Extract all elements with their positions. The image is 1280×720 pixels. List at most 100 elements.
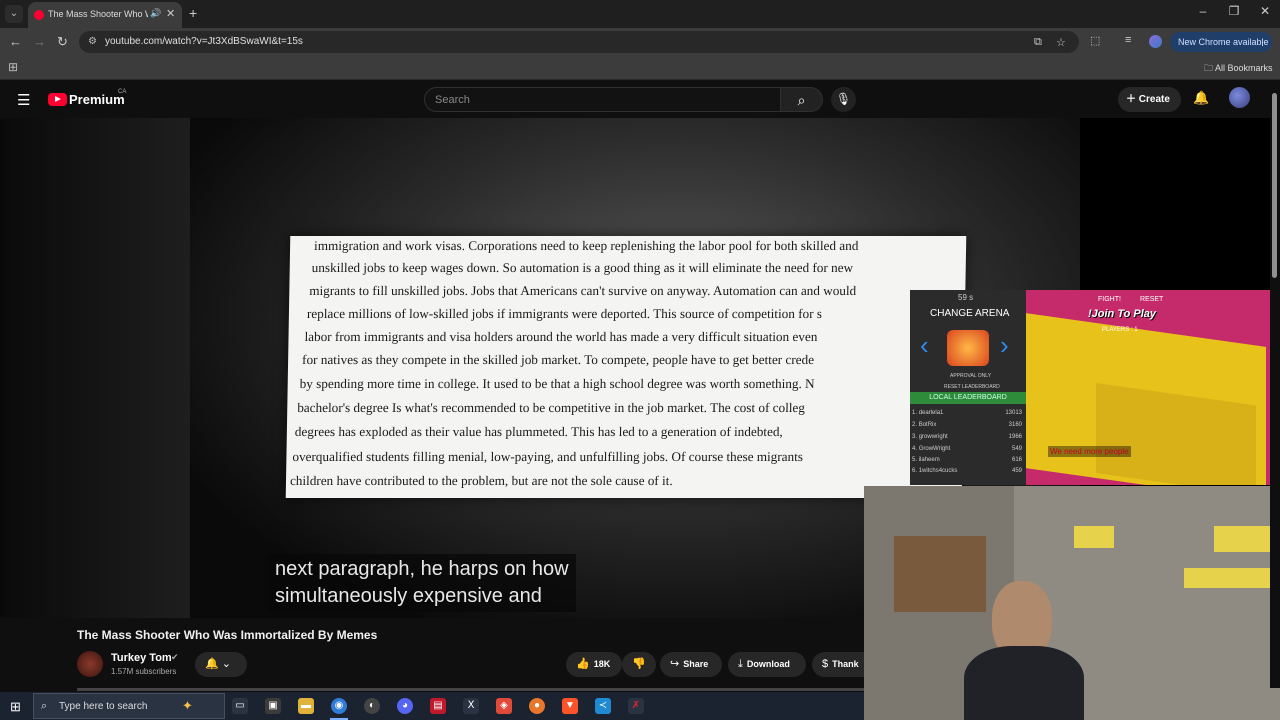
speaker-icon[interactable]: 🔊 [150, 8, 161, 19]
arena-floor-inner [1096, 382, 1256, 485]
subscription-bell-button[interactable]: 🔔 ⌄ [195, 652, 247, 677]
channel-avatar[interactable] [77, 651, 103, 677]
reset-button[interactable]: RESET [1140, 296, 1163, 303]
new-chrome-available-button[interactable]: New Chrome available ⋮ [1170, 32, 1272, 52]
app-icon[interactable]: ▤ [430, 698, 446, 714]
channel-name[interactable]: Turkey Tom [111, 652, 172, 664]
arena-next-arrow-icon[interactable]: › [1000, 330, 1009, 361]
webcam-person-body [964, 646, 1084, 720]
score: 3160 [1008, 422, 1022, 428]
close-tab-icon[interactable]: ✕ [166, 7, 175, 20]
browser-toolbar: ← → ↻ ⚙ youtube.com/watch?v=Jt3XdBSwaWI&… [0, 28, 1280, 56]
bookmarks-bar: ⊞ 🗀 All Bookmarks [0, 56, 1280, 80]
menu-icon[interactable]: ☰ [17, 91, 30, 109]
rank: 4. [912, 446, 918, 452]
leaderboard-row: 2. BotRix 3160 [912, 422, 1024, 428]
reload-icon[interactable]: ↻ [57, 34, 68, 50]
create-button[interactable]: ＋ Create [1118, 87, 1181, 112]
discord-icon[interactable]: ◕ [397, 698, 413, 714]
vscode-icon[interactable]: ≺ [595, 698, 611, 714]
subscriber-count: 1.57M subscribers [111, 667, 177, 676]
rank: 2. [912, 422, 918, 428]
score: 459 [1011, 468, 1022, 474]
file-explorer-icon[interactable]: ▬ [298, 698, 314, 714]
close-window-icon[interactable]: ✕ [1255, 4, 1275, 18]
voice-search-button[interactable]: 🎙 [831, 87, 856, 112]
notifications-bell-icon[interactable]: 🔔 [1193, 90, 1209, 106]
install-icon[interactable]: ⧉ [1034, 36, 1042, 49]
document-excerpt: immigration and work visas. Corporations… [285, 236, 967, 498]
search-input[interactable]: Search [424, 87, 781, 112]
youtube-logo-icon[interactable] [48, 93, 67, 106]
task-view-icon[interactable]: ▭ [232, 698, 248, 714]
app-icon[interactable]: ◈ [496, 698, 512, 714]
arena-prev-arrow-icon[interactable]: ‹ [920, 330, 929, 361]
arena-preview-star-icon [947, 330, 989, 366]
search-button[interactable]: ⌕ [781, 87, 823, 112]
forward-icon[interactable]: → [33, 34, 46, 49]
approval-only-checkbox[interactable]: APPROVAL ONLY [950, 373, 991, 379]
reading-list-icon[interactable]: ≡ [1125, 34, 1131, 46]
app-icon[interactable]: ◐ [364, 698, 380, 714]
more-vert-icon[interactable]: ⋮ [1258, 32, 1267, 52]
webcam-corkboard [894, 536, 986, 612]
bookmark-star-icon[interactable]: ☆ [1056, 36, 1066, 49]
document-line: labor from immigrants and visa holders a… [304, 329, 818, 344]
apps-icon[interactable]: ⊞ [8, 60, 18, 74]
windows-icon[interactable]: ⊞ [10, 699, 21, 715]
tab-search-chevron-down-icon[interactable]: ⌄ [5, 5, 23, 23]
scroll-thumb[interactable] [1272, 93, 1277, 278]
rank: 5. [912, 457, 918, 463]
minimize-icon[interactable]: – [1193, 4, 1213, 18]
reset-leaderboard-button[interactable]: RESET LEADERBOARD [944, 384, 1000, 390]
chrome-icon[interactable]: ◉ [331, 698, 347, 714]
brave-icon[interactable]: ▼ [562, 698, 578, 714]
score: 549 [1011, 446, 1022, 452]
account-avatar[interactable] [1229, 87, 1250, 108]
change-arena-label: CHANGE ARENA [930, 308, 1010, 319]
dislike-icon: 👎 [632, 658, 646, 670]
profile-avatar[interactable] [1149, 35, 1162, 48]
youtube-favicon-icon [34, 10, 44, 20]
rank: 1. [912, 410, 918, 416]
taskbar-search-input[interactable]: ⌕ Type here to search ✦ [33, 693, 225, 719]
app-icon[interactable]: Ⅹ [463, 698, 479, 714]
document-line: degrees has exploded as their value has … [294, 424, 783, 439]
document-line: bachelor's degree Is what's recommended … [297, 400, 806, 415]
restore-icon[interactable]: ❐ [1224, 4, 1244, 18]
player-name: dearlela1 [918, 410, 944, 416]
player-name: ilaheem [918, 457, 940, 463]
fight-button[interactable]: FIGHT! [1098, 296, 1121, 303]
extensions-icon[interactable]: ⬚ [1090, 34, 1100, 47]
document-line: children have contributed to the problem… [289, 473, 673, 488]
new-tab-plus-icon[interactable]: + [189, 5, 197, 21]
leaderboard-row: 6. 1witchs4cucks 459 [912, 468, 1024, 474]
page-scrollbar[interactable] [1270, 81, 1280, 688]
video-left-shadow [0, 118, 190, 618]
url-text[interactable]: youtube.com/watch?v=Jt3XdBSwaWI&t=15s [105, 36, 303, 47]
download-button[interactable]: ⤓ Download [728, 652, 806, 677]
site-info-icon[interactable]: ⚙ [88, 36, 97, 47]
document-line: for natives as they compete in the skill… [302, 352, 815, 367]
verified-check-icon: ✔ [171, 652, 179, 662]
blender-icon[interactable]: ● [529, 698, 545, 714]
address-bar[interactable]: ⚙ youtube.com/watch?v=Jt3XdBSwaWI&t=15s … [79, 31, 1079, 53]
share-button[interactable]: ↪ Share [660, 652, 722, 677]
app-icon[interactable]: ▣ [265, 698, 281, 714]
rank: 6. [912, 468, 918, 474]
app-icon[interactable]: ✗ [628, 698, 644, 714]
webcam-window [1184, 568, 1274, 588]
youtube-premium-logo[interactable]: Premium [69, 92, 125, 107]
all-bookmarks-button[interactable]: 🗀 All Bookmarks [1204, 61, 1273, 77]
local-leaderboard-header: LOCAL LEADERBOARD [910, 392, 1026, 404]
horizontal-scrollbar[interactable] [77, 688, 864, 691]
leaderboard-row: 1. dearlela1 13013 [912, 410, 1024, 416]
thanks-button[interactable]: $ Thank [812, 652, 864, 677]
country-code: CA [118, 89, 127, 95]
dislike-button[interactable]: 👎 [622, 652, 656, 677]
back-icon[interactable]: ← [9, 34, 22, 49]
like-count: 18K [593, 659, 611, 669]
browser-tab[interactable]: The Mass Shooter Who Wa 🔊 ✕ [28, 2, 182, 28]
like-button[interactable]: 👍 18K [566, 652, 622, 677]
youtube-header: ☰ Premium CA Search ⌕ 🎙 ＋ Create 🔔 [0, 81, 1280, 118]
